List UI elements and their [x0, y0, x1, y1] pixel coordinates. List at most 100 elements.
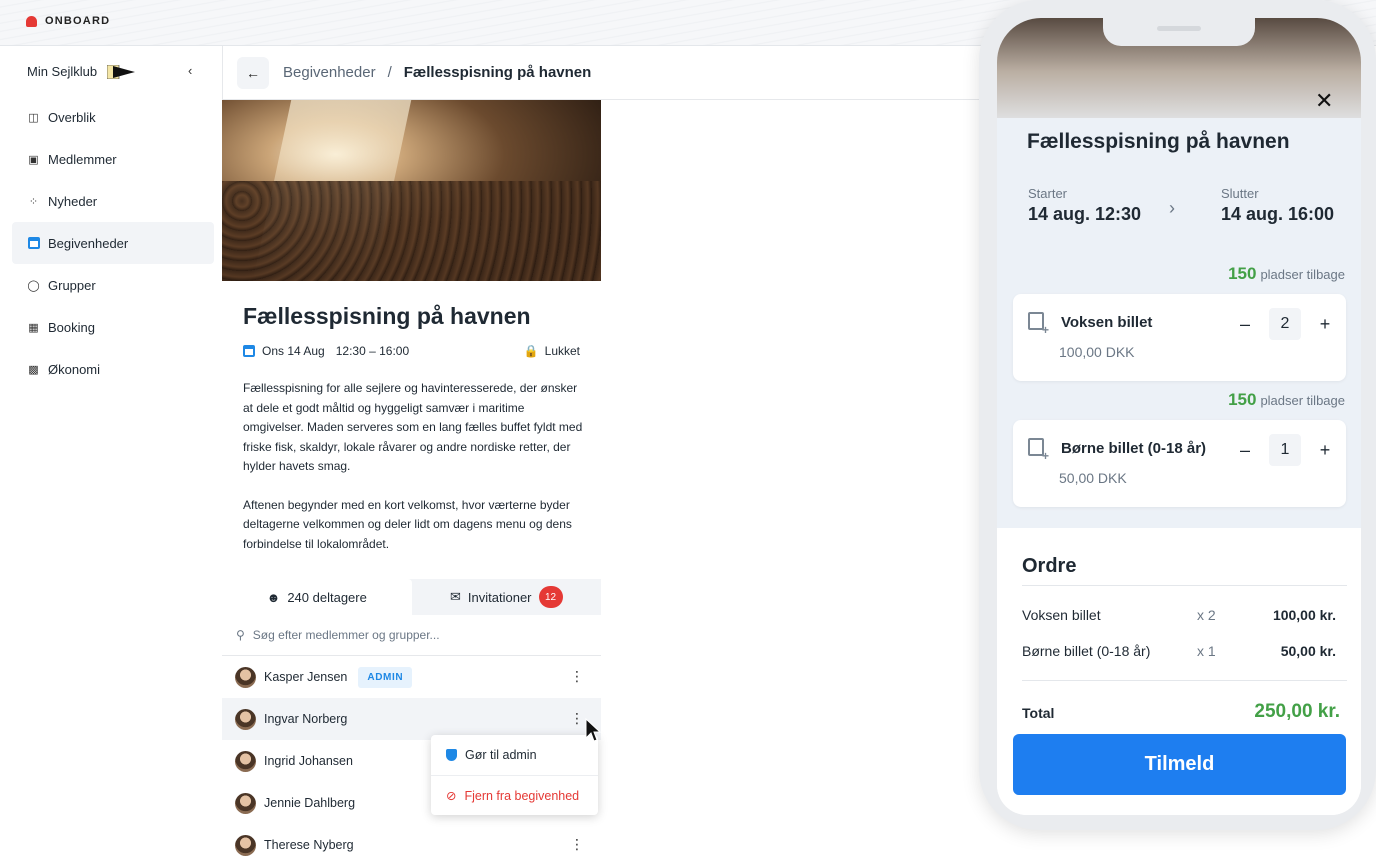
mouse-cursor-icon [585, 718, 601, 742]
total-value: 250,00 kr. [1254, 701, 1340, 722]
sidebar-item-begivenheder[interactable]: Begivenheder [12, 222, 214, 264]
sidebar-item-grupper[interactable]: ◯ Grupper [12, 264, 214, 306]
event-date: Ons 14 Aug [262, 344, 325, 358]
more-vertical-icon[interactable]: ⋮ [570, 668, 584, 685]
brand-logo[interactable]: ONBOARD [26, 15, 110, 27]
signup-button[interactable]: Tilmeld [1013, 734, 1346, 795]
description-paragraph: Aftenen begynder med en kort velkomst, h… [243, 497, 572, 551]
sidebar-item-overblik[interactable]: ◫ Overblik [12, 96, 214, 138]
order-row: Voksen billet x 2 100,00 kr. [1022, 607, 1336, 623]
money-icon: ▩ [28, 363, 39, 376]
tab-invitations-label: Invitationer [467, 589, 532, 605]
back-button[interactable]: ← [237, 57, 269, 89]
sidebar-item-label: Overblik [48, 109, 96, 125]
start-value: 14 aug. 12:30 [1028, 204, 1142, 224]
tab-invitations[interactable]: ✉ Invitationer 12 [412, 579, 602, 615]
ticket-price: 50,00 DKK [1059, 470, 1127, 486]
order-item-qty: x 2 [1197, 607, 1216, 623]
order-item-price: 50,00 kr. [1280, 643, 1336, 659]
ticket-name: Voksen billet [1061, 314, 1153, 331]
sidebar-item-label: Nyheder [48, 193, 98, 209]
order-row: Børne billet (0-18 år) x 1 50,00 kr. [1022, 643, 1336, 659]
quantity-stepper: – 1 + [1235, 434, 1335, 466]
phone-notch [1103, 18, 1255, 46]
sidebar-item-nyheder[interactable]: ⁘ Nyheder [12, 180, 214, 222]
event-status-label: Lukket [544, 344, 580, 358]
tab-participants-label: 240 deltagere [287, 589, 367, 605]
more-vertical-icon[interactable]: ⋮ [570, 710, 584, 727]
dashboard-icon: ◫ [28, 111, 39, 124]
decrement-button[interactable]: – [1235, 440, 1255, 461]
chevron-right-icon: › [1169, 198, 1175, 218]
club-switcher[interactable]: Min Sejlklub [27, 64, 136, 79]
shield-icon [446, 749, 457, 761]
event-meta: Ons 14 Aug 12:30 – 16:00 🔒 Lukket [243, 344, 580, 358]
member-search: ⚲ [222, 615, 601, 656]
seats-remaining: 150 pladser tilbage [1228, 390, 1345, 410]
tab-participants[interactable]: ☻ 240 deltagere [222, 579, 412, 615]
sidebar-item-medlemmer[interactable]: ▣ Medlemmer [12, 138, 214, 180]
more-vertical-icon[interactable]: ⋮ [570, 836, 584, 853]
order-item-name: Voksen billet [1022, 607, 1101, 623]
ticket-card: Voksen billet 100,00 DKK – 2 + [1013, 294, 1346, 381]
sidebar-item-okonomi[interactable]: ▩ Økonomi [12, 348, 214, 390]
start-label: Starter [1028, 186, 1068, 201]
invitations-count-badge: 12 [538, 586, 563, 608]
remove-from-event-menu-item[interactable]: ⊘ Fjern fra begivenhed [431, 775, 598, 815]
seats-remaining: 150 pladser tilbage [1228, 264, 1345, 284]
seats-label: pladser tilbage [1260, 393, 1345, 408]
ticket-add-icon [1028, 438, 1049, 463]
mobile-signup-screen: ✕ Fællesspisning på havnen Starter 14 au… [997, 18, 1361, 815]
member-name: Therese Nyberg [264, 838, 354, 852]
breadcrumb-parent[interactable]: Begivenheder [283, 64, 376, 81]
list-item[interactable]: Therese Nyberg ⋮ [222, 824, 601, 866]
list-item[interactable]: Ingvar Norberg ⋮ [222, 698, 601, 740]
event-title: Fællesspisning på havnen [243, 303, 531, 329]
mobile-event-title: Fællesspisning på havnen [1027, 130, 1290, 153]
list-item[interactable]: Kasper Jensen ADMIN ⋮ [222, 656, 601, 698]
sidebar-item-label: Booking [48, 319, 95, 335]
club-flag-icon [107, 64, 136, 79]
chevron-left-icon[interactable]: ‹ [188, 63, 192, 78]
ticket-name: Børne billet (0-18 år) [1061, 440, 1207, 457]
event-time: 12:30 – 16:00 [335, 344, 410, 358]
sidebar-nav: ◫ Overblik ▣ Medlemmer ⁘ Nyheder Begiven… [12, 96, 214, 390]
calendar-icon [243, 345, 255, 357]
calendar-icon [27, 237, 40, 250]
quantity-value[interactable]: 1 [1269, 434, 1301, 466]
close-icon[interactable]: ✕ [1315, 88, 1333, 114]
sidebar-item-label: Begivenheder [48, 235, 129, 251]
sidebar-item-booking[interactable]: ▦ Booking [12, 306, 214, 348]
search-input[interactable] [252, 628, 553, 642]
remove-label: Fjern fra begivenhed [464, 788, 580, 803]
ticket-add-icon [1028, 312, 1049, 337]
participant-tabs: ☻ 240 deltagere ✉ Invitationer 12 [222, 579, 601, 615]
ticket-icon: ▦ [28, 321, 39, 334]
order-item-price: 100,00 kr. [1272, 607, 1336, 623]
brand-name: ONBOARD [45, 15, 111, 27]
decrement-button[interactable]: – [1235, 314, 1255, 335]
ticket-card: Børne billet (0-18 år) 50,00 DKK – 1 + [1013, 420, 1346, 507]
lock-icon: 🔒 [523, 344, 539, 358]
search-icon: ⚲ [236, 628, 245, 642]
page-header: ← Begivenheder / Fællesspisning på havne… [223, 46, 983, 100]
quantity-value[interactable]: 2 [1269, 308, 1301, 340]
speaker [1157, 26, 1201, 31]
sidebar-item-label: Grupper [48, 277, 96, 293]
avatar [235, 792, 256, 814]
hero-crowd [222, 181, 601, 281]
increment-button[interactable]: + [1315, 440, 1335, 461]
make-admin-menu-item[interactable]: Gør til admin [431, 735, 598, 775]
make-admin-label: Gør til admin [465, 748, 537, 762]
avatar [235, 708, 256, 730]
description-paragraph: Fællesspisning for alle sejlere og havin… [243, 381, 583, 473]
order-divider [1022, 585, 1347, 586]
members-icon: ▣ [28, 153, 39, 166]
breadcrumb: Begivenheder / Fællesspisning på havnen [283, 64, 591, 81]
end-value: 14 aug. 16:00 [1221, 204, 1335, 224]
increment-button[interactable]: + [1315, 314, 1335, 335]
sidebar-item-label: Økonomi [48, 361, 101, 377]
smiley-icon: ☻ [266, 589, 281, 605]
member-name: Kasper Jensen [264, 670, 348, 684]
event-description: Fællesspisning for alle sejlere og havin… [243, 379, 588, 554]
